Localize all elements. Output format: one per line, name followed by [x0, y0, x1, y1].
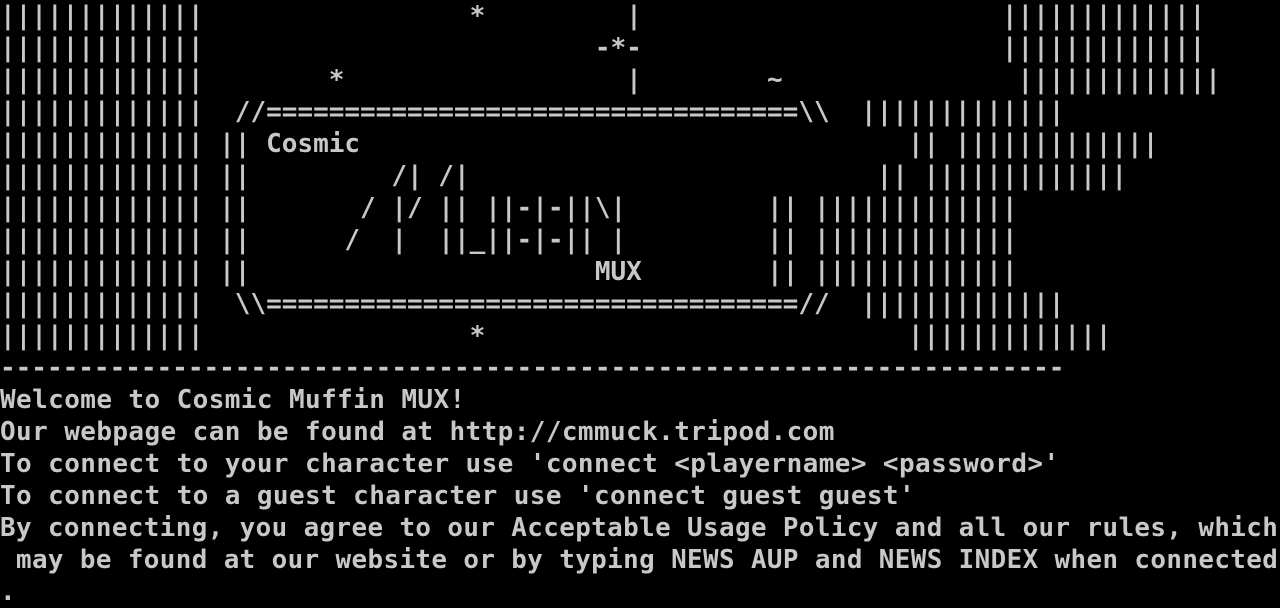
policy-notice-line-2: may be found at our website or by typing…	[0, 545, 1279, 575]
banner-line-2: ||||||||||||| -*- |||||||||||||	[0, 33, 1206, 63]
banner-line-5: ||||||||||||| || Cosmic || |||||||||||||	[0, 129, 1159, 159]
banner-line-10: ||||||||||||| \\========================…	[0, 289, 1065, 319]
policy-notice-line-1: By connecting, you agree to our Acceptab…	[0, 513, 1279, 543]
terminal-screen[interactable]: ||||||||||||| * | ||||||||||||| ||||||||…	[0, 0, 1280, 608]
banner-line-3: ||||||||||||| * | ~ |||||||||||||	[0, 65, 1221, 95]
banner-line-7: ||||||||||||| || / |/ || ||-|-||\| || ||…	[0, 193, 1018, 223]
banner-line-6: ||||||||||||| || /| /| || |||||||||||||	[0, 161, 1128, 191]
separator-line: ----------------------------------------…	[0, 353, 1065, 383]
welcome-message: Welcome to Cosmic Muffin MUX!	[0, 385, 466, 415]
guest-instruction: To connect to a guest character use 'con…	[0, 481, 916, 511]
webpage-message: Our webpage can be found at http://cmmuc…	[0, 417, 835, 447]
policy-notice-end: .	[0, 577, 17, 607]
banner-line-1: ||||||||||||| * | |||||||||||||	[0, 1, 1206, 31]
banner-line-11: ||||||||||||| * |||||||||||||	[0, 321, 1112, 351]
banner-line-8: ||||||||||||| || / | ||_||-|-|| | || |||…	[0, 225, 1018, 255]
connect-instruction: To connect to your character use 'connec…	[0, 449, 1060, 479]
banner-line-4: ||||||||||||| //========================…	[0, 97, 1065, 127]
banner-line-9: ||||||||||||| || MUX || |||||||||||||	[0, 257, 1018, 287]
